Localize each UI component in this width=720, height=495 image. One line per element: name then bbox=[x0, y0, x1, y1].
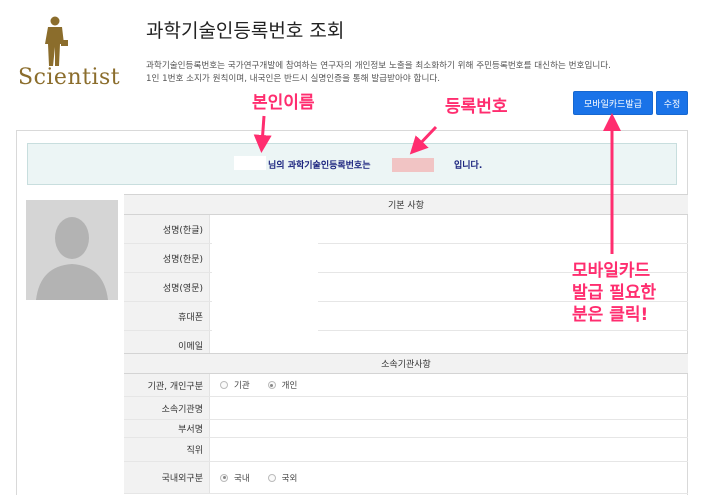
notice-text-prefix: 님의 과학기술인등록번호는 bbox=[268, 161, 371, 171]
name-english-value bbox=[212, 274, 318, 302]
description-line-1: 과학기술인등록번호는 국가연구개발에 참여하는 연구자의 개인정보 노출을 최소… bbox=[146, 61, 611, 71]
row-label: 소속기관명 bbox=[124, 397, 210, 419]
annotation-mobile-line-2: 발급 필요한 bbox=[572, 283, 657, 303]
notice-text-suffix: 입니다. bbox=[454, 161, 483, 171]
name-redaction bbox=[234, 156, 266, 170]
scientist-logo: Scientist bbox=[18, 10, 126, 90]
page-title: 과학기술인등록번호 조회 bbox=[146, 20, 345, 42]
org-type-radio-individual[interactable] bbox=[267, 381, 276, 389]
table-row: 성명(한글) bbox=[124, 215, 688, 244]
annotation-mobile-line-1: 모바일카드 bbox=[572, 261, 651, 281]
org-type-options: 기관 개인 bbox=[214, 374, 688, 396]
row-label: 휴대폰 bbox=[124, 302, 210, 330]
org-type-radio-institution[interactable] bbox=[220, 381, 228, 389]
name-korean-value bbox=[212, 216, 318, 244]
avatar-silhouette-icon bbox=[26, 200, 118, 300]
radio-label: 기관 bbox=[234, 381, 250, 391]
table-row: 소속기관명 bbox=[124, 397, 688, 420]
row-label: 성명(한글) bbox=[124, 215, 210, 243]
affiliation-header: 소속기관사항 bbox=[124, 353, 688, 374]
radio-label: 개인 bbox=[281, 381, 298, 391]
row-label: 직위 bbox=[124, 438, 210, 461]
mobile-card-issue-button[interactable]: 모바일카드발급 bbox=[573, 91, 653, 115]
registration-notice: 님의 과학기술인등록번호는 입니다. bbox=[27, 143, 677, 185]
row-label: 성명(한문) bbox=[124, 244, 210, 272]
radio-label: 국외 bbox=[281, 473, 298, 484]
table-row: 직위 bbox=[124, 438, 688, 462]
table-row: 부서명 bbox=[124, 420, 688, 438]
profile-photo-placeholder bbox=[26, 200, 118, 300]
registration-number-redaction bbox=[392, 158, 434, 172]
radio-label: 국내 bbox=[234, 473, 250, 484]
page-description: 과학기술인등록번호는 국가연구개발에 참여하는 연구자의 개인정보 노출을 최소… bbox=[146, 60, 686, 86]
logo-text: Scientist bbox=[18, 65, 121, 90]
row-label: 기관, 개인구분 bbox=[124, 374, 210, 396]
scientist-figure-icon bbox=[45, 16, 68, 66]
annotation-mobile-line-3: 분은 클릭! bbox=[572, 305, 649, 325]
edit-button[interactable]: 수정 bbox=[656, 91, 688, 115]
row-label: 부서명 bbox=[124, 420, 210, 437]
annotation-reg-number: 등록번호 bbox=[445, 97, 508, 117]
mobile-phone-value bbox=[212, 303, 318, 331]
row-label: 국내외구분 bbox=[124, 462, 210, 493]
row-label: 성명(영문) bbox=[124, 273, 210, 301]
table-row: 기관, 개인구분 기관 개인 bbox=[124, 374, 688, 397]
name-hanja-value bbox=[212, 245, 318, 273]
domestic-options: 국내 국외 bbox=[214, 462, 688, 493]
annotation-mobile-card: 모바일카드 발급 필요한 분은 클릭! bbox=[572, 260, 692, 326]
domestic-radio-overseas[interactable] bbox=[267, 473, 276, 482]
description-line-2: 1인 1번호 소지가 원칙이며, 내국인은 반드시 실명인증을 통해 발급받아야… bbox=[146, 74, 440, 84]
basic-info-header: 기본 사항 bbox=[124, 194, 688, 215]
table-row: 국내외구분 국내 국외 bbox=[124, 462, 688, 494]
domestic-radio-domestic[interactable] bbox=[220, 473, 228, 482]
annotation-name: 본인이름 bbox=[252, 93, 315, 113]
